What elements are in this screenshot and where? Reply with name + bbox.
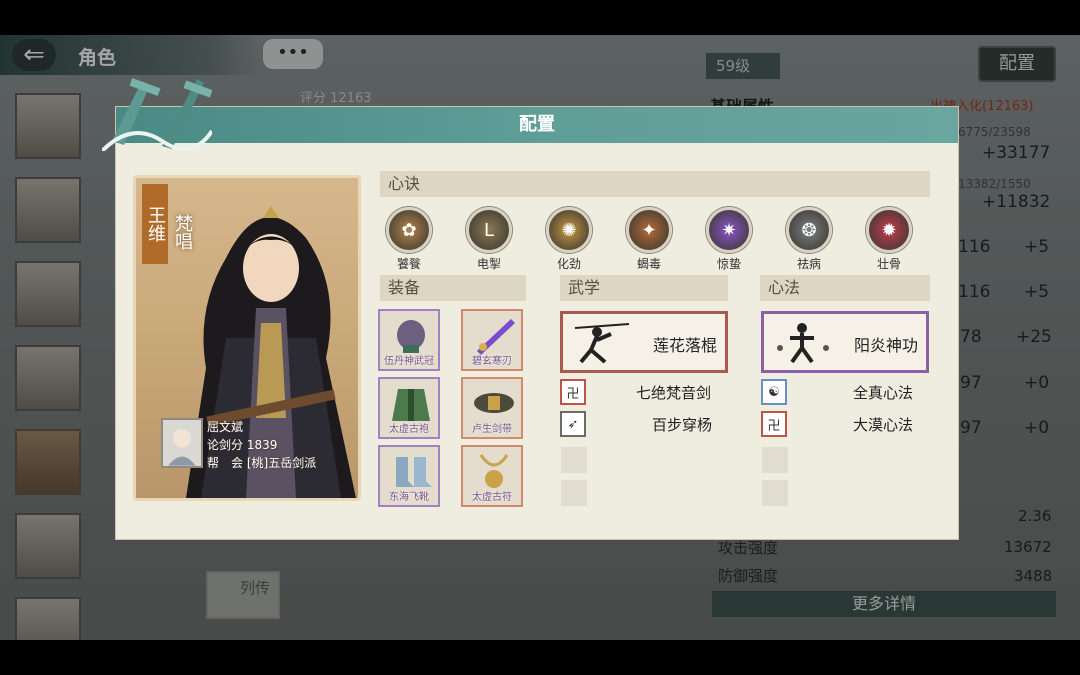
xinjue-label-5: 惊蛰: [716, 257, 741, 271]
xinjue-label-3: 化劲: [556, 257, 581, 271]
rank-label: 论剑分: [207, 438, 244, 452]
xinfa-empty-slot-2[interactable]: [762, 480, 788, 506]
helmet-icon: [397, 320, 425, 353]
martial-pose-icon: [574, 323, 630, 364]
equip-slot-weapon[interactable]: 碧玄寒刃: [461, 309, 523, 371]
xinjue-label-7: 壮骨: [876, 257, 901, 271]
archery-icon: ➶: [560, 411, 586, 437]
xinjue-glyph-1: ✿: [401, 219, 417, 241]
xinjue-icon-2[interactable]: L: [466, 207, 512, 253]
amulet-icon: [479, 454, 509, 488]
desert-icon: 卍: [761, 411, 787, 437]
equip-slot-belt[interactable]: 卢生剑带: [461, 377, 523, 439]
xinjue-icon-6[interactable]: ❂: [786, 207, 832, 253]
xinjue-glyph-2: L: [483, 219, 495, 241]
wuxue-empty-slot-2[interactable]: [561, 480, 587, 506]
owner-name: 屈文斌: [207, 420, 244, 434]
xinfa-header: 心法: [760, 275, 930, 301]
wuxue-main-skill[interactable]: 莲花落棍: [560, 311, 728, 373]
equip-slot-head[interactable]: 伍丹神武冠: [378, 309, 440, 371]
character-name: 王维: [142, 184, 168, 264]
wuxue-skill-2[interactable]: ➶ 百步穿杨: [560, 411, 730, 437]
sword-icon: [477, 319, 515, 355]
xinjue-glyph-5: ✷: [721, 219, 737, 241]
modal-title: 配置: [519, 114, 555, 135]
character-title: 梵唱: [172, 214, 193, 250]
wuxue-main-name: 莲花落棍: [653, 336, 718, 355]
xinjue-icon-1[interactable]: ✿: [386, 207, 432, 253]
xinjue-icon-5[interactable]: ✷: [706, 207, 752, 253]
config-modal: 配置 王维 梵唱 屈文斌 论剑分 1839 帮 会 [桃]五岳剑派 心诀 装备 …: [102, 78, 959, 540]
boots-icon: [396, 457, 432, 487]
guild-value: [桃]五岳剑派: [246, 456, 317, 470]
wuxue-skill-2-name: 百步穿杨: [652, 416, 713, 434]
xinjue-header: 心诀: [380, 171, 930, 197]
owner-avatar: [161, 418, 203, 468]
xinjue-glyph-4: ✦: [641, 219, 657, 241]
xinfa-skill-2[interactable]: 卍 大漠心法: [761, 411, 931, 437]
wuxue-empty-slot-1[interactable]: [561, 447, 587, 473]
equip-slot-armor[interactable]: 太虚古袍: [378, 377, 440, 439]
equip-label-weapon: 碧玄寒刃: [472, 356, 512, 367]
equip-header: 装备: [380, 275, 526, 301]
rank-value: 1839: [246, 438, 278, 452]
xinjue-glyph-3: ✺: [561, 219, 577, 241]
equip-label-boots: 东海飞靴: [389, 492, 429, 503]
xinfa-skill-2-name: 大漠心法: [853, 416, 914, 434]
equip-slot-boots[interactable]: 东海飞靴: [378, 445, 440, 507]
wuxue-skill-1-name: 七绝梵音剑: [636, 384, 712, 402]
character-card[interactable]: 王维 梵唱 屈文斌 论剑分 1839 帮 会 [桃]五岳剑派: [133, 175, 361, 501]
equip-label-armor: 太虚古袍: [389, 424, 429, 435]
owner-info: 屈文斌 论剑分 1839 帮 会 [桃]五岳剑派: [161, 418, 356, 472]
sword-ornament-icon: [102, 78, 212, 151]
guild-info: 帮 会 [桃]五岳剑派: [207, 454, 316, 471]
equip-label-belt: 卢生剑带: [472, 424, 512, 435]
equip-slot-amulet[interactable]: 太虚古符: [461, 445, 523, 507]
meditation-pose-icon: [777, 323, 829, 364]
xinjue-glyph-7: ✹: [881, 219, 897, 241]
xinfa-main-name: 阳炎神功: [854, 336, 919, 355]
xinjue-label-1: 饕餮: [396, 257, 421, 271]
xinfa-main-skill[interactable]: 阳炎神功: [761, 311, 929, 373]
rank-info: 论剑分 1839: [207, 436, 277, 453]
xinjue-label-6: 祛病: [796, 257, 821, 271]
xinjue-label-4: 蝎毒: [636, 257, 661, 271]
equip-label-amulet: 太虚古符: [472, 492, 512, 503]
belt-icon: [474, 393, 514, 413]
avatar-icon: [168, 429, 196, 466]
xinjue-glyph-6: ❂: [801, 219, 817, 241]
equip-label-head: 伍丹神武冠: [384, 356, 434, 367]
guild-label: 帮 会: [207, 456, 244, 470]
xinjue-label-2: 电掣: [476, 257, 501, 271]
xinfa-skill-1-name: 全真心法: [853, 384, 914, 402]
quanzhen-icon: ☯: [761, 379, 787, 405]
wuxue-skill-1[interactable]: 卍 七绝梵音剑: [560, 379, 730, 405]
xinfa-empty-slot-1[interactable]: [762, 447, 788, 473]
xinjue-icon-7[interactable]: ✹: [866, 207, 912, 253]
xinjue-icon-3[interactable]: ✺: [546, 207, 592, 253]
robe-icon: [392, 389, 430, 421]
wuxue-header: 武学: [560, 275, 728, 301]
xinjue-icon-4[interactable]: ✦: [626, 207, 672, 253]
xinfa-skill-1[interactable]: ☯ 全真心法: [761, 379, 931, 405]
sword-stance-icon: 卍: [560, 379, 586, 405]
